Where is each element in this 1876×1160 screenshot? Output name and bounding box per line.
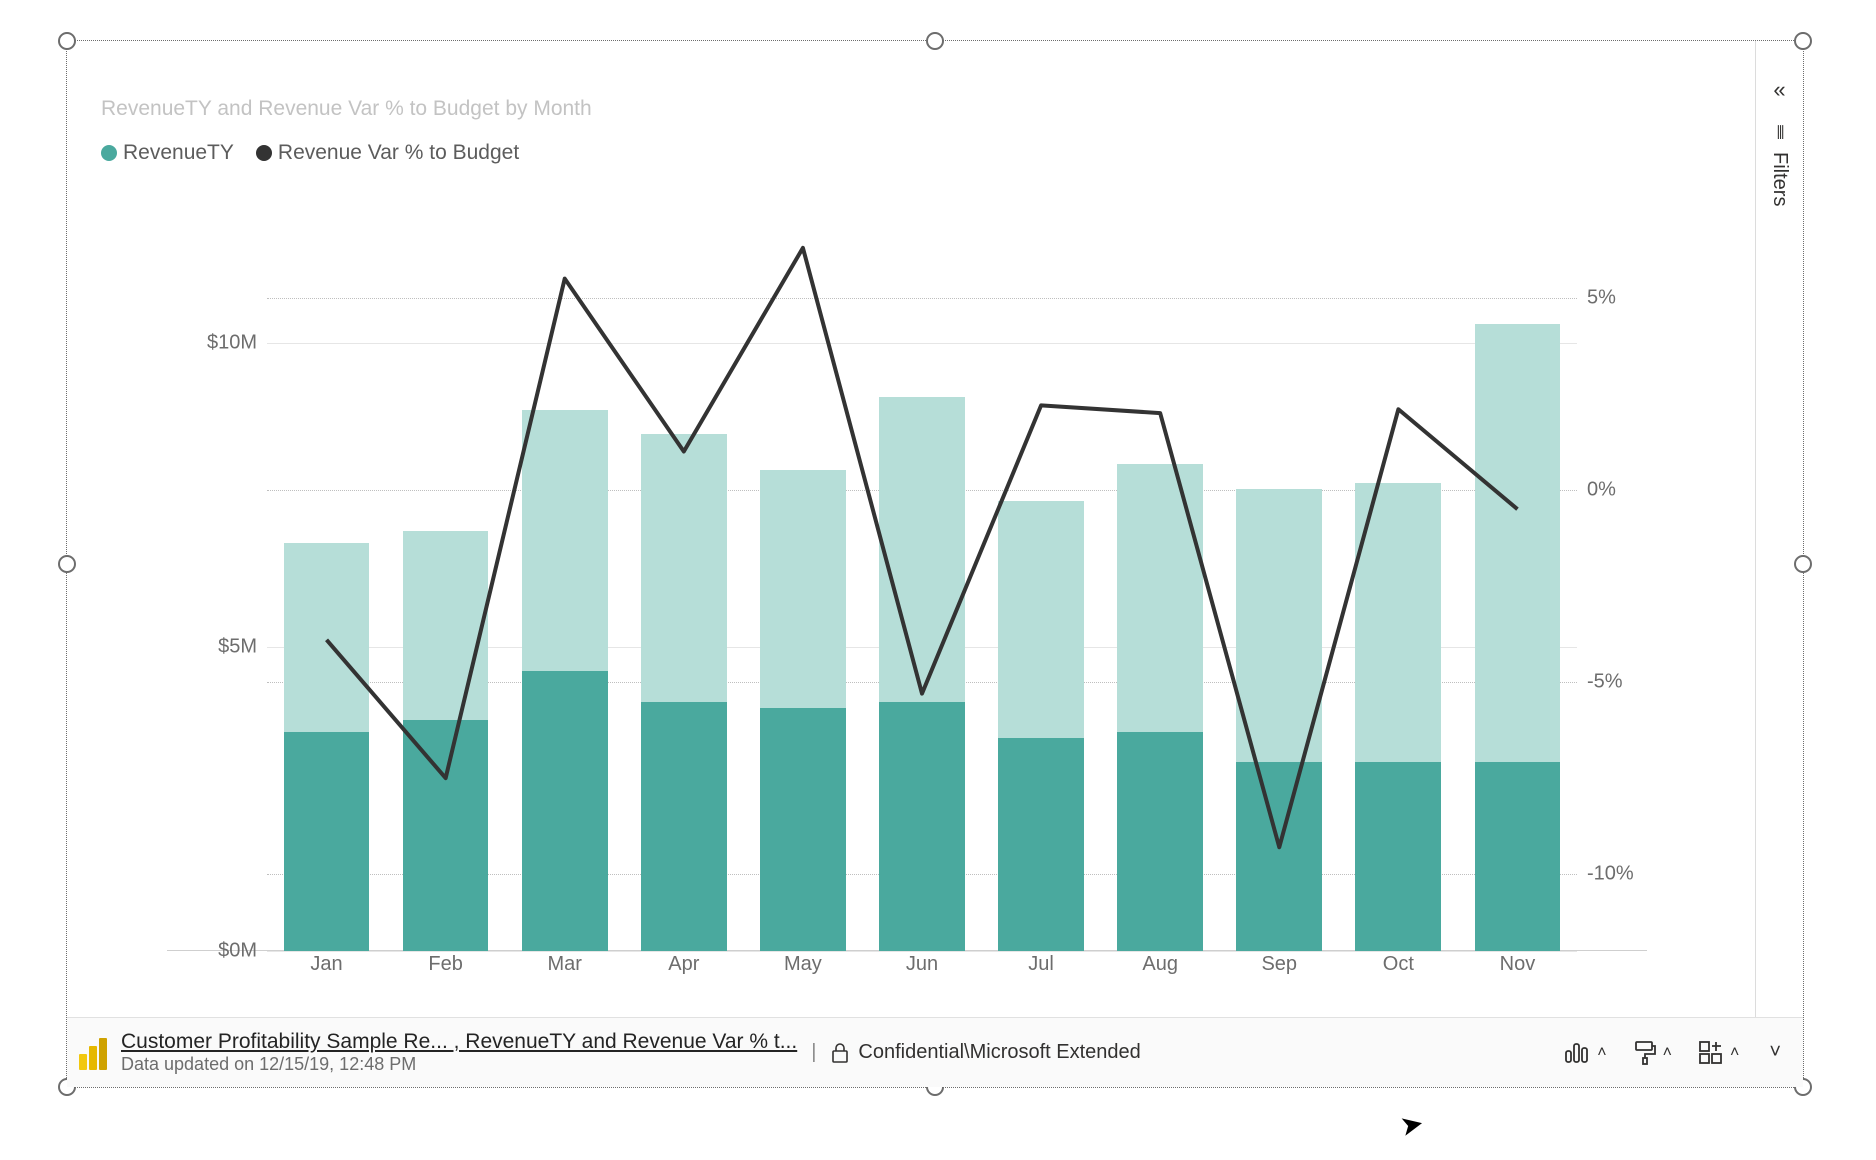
- format-button[interactable]: ˄: [1627, 1036, 1678, 1070]
- legend-label-variance: Revenue Var % to Budget: [278, 141, 519, 165]
- variance-line[interactable]: [267, 221, 1577, 951]
- chart-title: RevenueTY and Revenue Var % to Budget by…: [101, 97, 592, 121]
- filters-pane-label[interactable]: ⫴ Filters: [1768, 123, 1791, 206]
- y-left-tick-label: $5M: [167, 635, 257, 658]
- x-tick-label: Nov: [1500, 953, 1536, 976]
- filters-pane-collapsed[interactable]: « ⫴ Filters: [1755, 41, 1803, 1017]
- sensitivity-text: Confidential\Microsoft Extended: [858, 1041, 1140, 1064]
- visual-area: RevenueTY and Revenue Var % to Budget by…: [67, 41, 1803, 1087]
- chevron-up-icon: ˄: [1730, 1044, 1739, 1062]
- chevron-up-icon: ˄: [1597, 1044, 1606, 1062]
- combo-chart[interactable]: RevenueTY and Revenue Var % to Budget by…: [67, 41, 1755, 1017]
- x-tick-label: May: [784, 953, 822, 976]
- x-tick-label: Mar: [547, 953, 581, 976]
- filters-icon: ⫴: [1777, 123, 1783, 144]
- status-bar: Customer Profitability Sample Re... , Re…: [67, 1017, 1803, 1087]
- report-breadcrumb-link[interactable]: Customer Profitability Sample Re... , Re…: [121, 1029, 797, 1054]
- chevron-up-icon: ˄: [1663, 1044, 1672, 1062]
- visualizations-button[interactable]: ˄: [1692, 1036, 1745, 1070]
- x-tick-label: Apr: [668, 953, 699, 976]
- mouse-cursor-icon: ➤: [1397, 1106, 1427, 1143]
- expand-panes-button[interactable]: ˅: [1759, 1035, 1791, 1070]
- y-left-tick-label: $0M: [167, 940, 257, 963]
- y-right-tick-label: -10%: [1587, 863, 1647, 886]
- add-visual-icon: [1698, 1040, 1724, 1066]
- bar-chart-icon: [1563, 1041, 1591, 1065]
- footer-divider: |: [811, 1041, 816, 1064]
- lock-icon: [830, 1042, 850, 1064]
- legend-swatch-revenue: [101, 145, 117, 161]
- sensitivity-label[interactable]: Confidential\Microsoft Extended: [830, 1041, 1140, 1064]
- expand-filters-icon[interactable]: «: [1773, 77, 1785, 103]
- legend-label-revenue: RevenueTY: [123, 141, 234, 165]
- data-updated-label: Data updated on 12/15/19, 12:48 PM: [121, 1054, 797, 1076]
- powerbi-icon: [79, 1036, 107, 1070]
- legend-swatch-variance: [256, 145, 272, 161]
- plot-area: $0M$5M$10M-10%-5%0%5%: [167, 221, 1647, 951]
- legend-item-revenue[interactable]: RevenueTY: [101, 141, 234, 165]
- drill-data-button[interactable]: ˄: [1557, 1037, 1612, 1069]
- legend-item-variance[interactable]: Revenue Var % to Budget: [256, 141, 519, 165]
- x-tick-label: Jan: [310, 953, 342, 976]
- x-tick-label: Feb: [428, 953, 462, 976]
- chevron-down-icon: ˅: [1769, 1041, 1781, 1063]
- filters-text: Filters: [1768, 152, 1791, 206]
- x-tick-label: Jun: [906, 953, 938, 976]
- chart-legend: RevenueTY Revenue Var % to Budget: [101, 141, 531, 165]
- paint-roller-icon: [1633, 1040, 1657, 1066]
- y-left-tick-label: $10M: [167, 331, 257, 354]
- y-right-tick-label: 5%: [1587, 286, 1647, 309]
- x-tick-label: Jul: [1028, 953, 1054, 976]
- x-tick-label: Sep: [1261, 953, 1297, 976]
- x-tick-label: Aug: [1142, 953, 1178, 976]
- y-right-tick-label: 0%: [1587, 478, 1647, 501]
- y-right-tick-label: -5%: [1587, 671, 1647, 694]
- x-tick-label: Oct: [1383, 953, 1414, 976]
